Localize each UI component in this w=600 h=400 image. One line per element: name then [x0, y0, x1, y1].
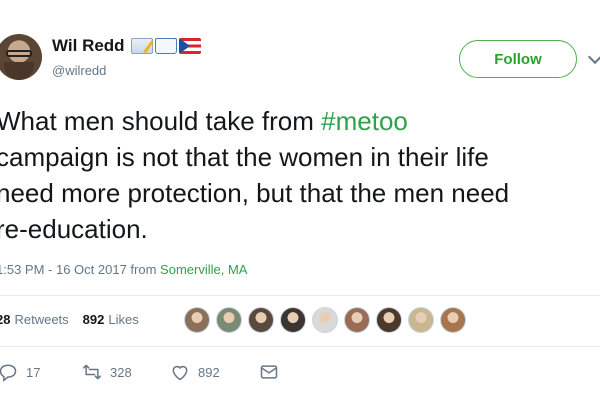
retweet-count: 328 [110, 364, 132, 380]
like-button[interactable]: 892 [170, 362, 220, 382]
liker-avatars [184, 307, 466, 333]
retweets-count[interactable]: 28 [0, 312, 10, 327]
liker-avatar[interactable] [248, 307, 274, 333]
like-count: 892 [198, 364, 220, 380]
liker-avatar[interactable] [344, 307, 370, 333]
retweets-label[interactable]: Retweets [14, 312, 68, 327]
liker-avatar[interactable] [184, 307, 210, 333]
hashtag-link[interactable]: #metoo [321, 106, 408, 136]
name-emojis [130, 38, 201, 54]
tweet-timestamp[interactable]: 1:53 PM - 16 Oct 2017 [0, 262, 127, 277]
beard-detail [4, 62, 34, 80]
envelope-icon [260, 365, 278, 379]
location-link[interactable]: Somerville, MA [160, 262, 247, 277]
chevron-down-icon[interactable] [587, 49, 600, 65]
direct-message-button[interactable] [259, 362, 279, 382]
liker-avatar[interactable] [376, 307, 402, 333]
liker-avatar[interactable] [216, 307, 242, 333]
puerto-rico-flag-icon [178, 38, 201, 54]
from-label: from [130, 262, 157, 277]
divider-bottom [0, 346, 600, 347]
liker-avatar[interactable] [312, 307, 338, 333]
tweet-text-before: What men should take from [0, 106, 322, 136]
reply-icon [0, 364, 17, 382]
tweet-stats: 28 Retweets 892 Likes [0, 312, 139, 327]
name-row: Wil Redd [52, 36, 201, 56]
heart-icon [172, 365, 188, 381]
tweet-actions: 17 328 892 [0, 362, 600, 388]
liker-avatar[interactable] [408, 307, 434, 333]
liker-avatar[interactable] [280, 307, 306, 333]
retweet-button[interactable]: 328 [82, 362, 132, 382]
avatar[interactable] [0, 34, 42, 80]
tweet-header: Wil Redd @wilredd Follow [0, 0, 600, 95]
reply-count: 17 [26, 364, 41, 380]
glasses-detail [6, 50, 32, 57]
likes-label[interactable]: Likes [108, 312, 138, 327]
tweet-text-after: campaign is not that the women in their … [0, 142, 510, 244]
tweet-text: What men should take from #metoo campaig… [0, 103, 600, 247]
retweet-icon [82, 364, 102, 380]
reply-button[interactable]: 17 [0, 362, 40, 382]
memo-icon [130, 38, 153, 54]
user-handle[interactable]: @wilredd [52, 63, 106, 78]
follow-button[interactable]: Follow [459, 40, 577, 78]
likes-count[interactable]: 892 [83, 312, 105, 327]
tweet-meta: 1:53 PM - 16 Oct 2017 from Somerville, M… [0, 262, 247, 277]
display-name[interactable]: Wil Redd [52, 36, 125, 56]
book-icon [154, 38, 177, 54]
divider-top [0, 295, 600, 296]
liker-avatar[interactable] [440, 307, 466, 333]
